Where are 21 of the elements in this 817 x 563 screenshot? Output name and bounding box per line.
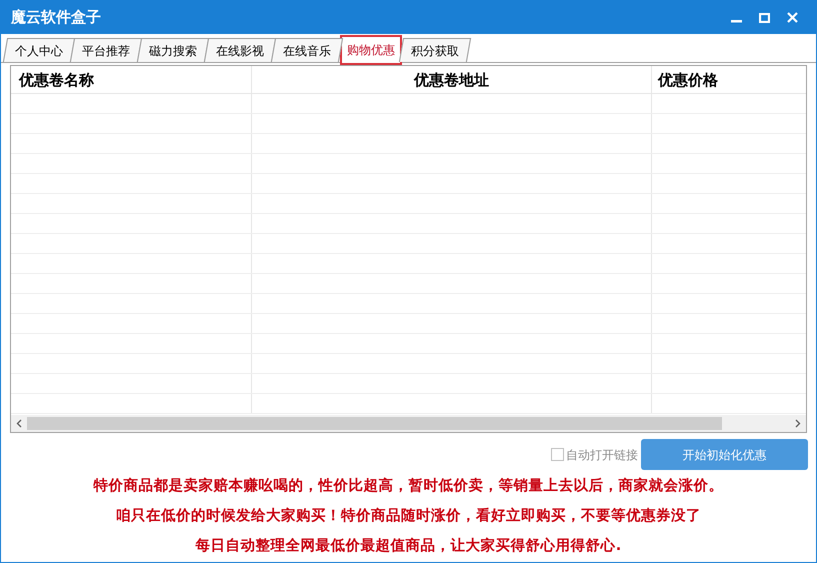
horizontal-scrollbar[interactable] bbox=[11, 415, 806, 432]
close-icon[interactable] bbox=[787, 12, 798, 23]
maximize-icon[interactable] bbox=[759, 12, 770, 22]
notice-text: 每日自动整理全网最低价最超值商品，让大家买得舒心用得舒心. bbox=[196, 536, 622, 556]
tab[interactable]: 在线影视 bbox=[204, 38, 276, 62]
tab[interactable]: 个人中心 bbox=[2, 38, 76, 62]
tab[interactable]: 在线音乐 bbox=[270, 38, 344, 62]
scrollbar-thumb[interactable] bbox=[27, 417, 722, 430]
column-header: 优惠卷名称 bbox=[11, 66, 252, 93]
tab[interactable]: 平台推荐 bbox=[70, 38, 142, 62]
notice-text: 特价商品都是卖家赔本赚吆喝的，性价比超高，暂时低价卖，等销量上去以后，商家就会涨价。 bbox=[94, 476, 724, 496]
tab[interactable]: 磁力搜索 bbox=[136, 38, 210, 62]
column-header: 优惠卷地址 bbox=[252, 66, 652, 93]
checkbox-label: 自动打开链接 bbox=[566, 446, 638, 464]
window-title: 魔云软件盒子 bbox=[11, 7, 101, 28]
tab[interactable]: 积分获取 bbox=[398, 38, 472, 62]
scroll-left-icon[interactable] bbox=[16, 419, 22, 428]
tab[interactable]: 购物优惠 bbox=[340, 35, 402, 65]
column-header: 优惠价格 bbox=[656, 70, 719, 91]
scroll-right-icon[interactable] bbox=[795, 419, 801, 428]
notice-text: 咱只在低价的时候发给大家购买！特价商品随时涨价，看好立即购买，不要等优惠券没了 bbox=[116, 506, 701, 526]
